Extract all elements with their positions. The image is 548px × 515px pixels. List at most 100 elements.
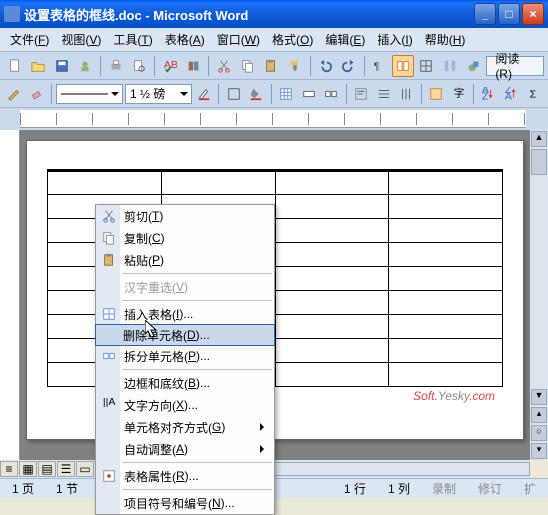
redo-button[interactable] [338, 55, 360, 77]
watermark: Soft.Yesky.com [413, 388, 495, 405]
web-view-button[interactable]: ▦ [19, 461, 37, 477]
paste-button[interactable] [260, 55, 282, 77]
ctx-粘贴[interactable]: 粘贴(P) [96, 249, 274, 271]
next-page-button[interactable]: ▾ [531, 443, 547, 459]
text-direction-button[interactable]: 字 [448, 83, 469, 105]
menu-w[interactable]: 窗口(W) [211, 29, 266, 50]
close-button[interactable]: × [522, 3, 544, 25]
titlebar: 设置表格的框线.doc - Microsoft Word _ □ × [0, 0, 548, 28]
ctx-剪切[interactable]: 剪切(T) [96, 205, 274, 227]
reading-view-button[interactable]: ▭ [76, 461, 94, 477]
window-title: 设置表格的框线.doc - Microsoft Word [24, 5, 472, 24]
print-preview-button[interactable] [129, 55, 151, 77]
vertical-scrollbar[interactable]: ▲ ▼ ▴ ○ ▾ [530, 130, 548, 460]
line-style-combo[interactable] [56, 84, 123, 104]
toolbar-tables: 1 ½ 磅 字 AZ ZA Σ [0, 80, 548, 108]
status-rec: 录制 [426, 480, 462, 497]
ctx-插入表格[interactable]: 插入表格(I)... [96, 303, 274, 325]
shading-color-button[interactable] [246, 83, 267, 105]
spellcheck-button[interactable]: AB [159, 55, 181, 77]
scroll-thumb[interactable] [531, 149, 547, 175]
menu-t[interactable]: 工具(T) [107, 29, 158, 50]
scroll-down-button[interactable]: ▼ [531, 389, 547, 405]
status-page: 1 页 [6, 480, 40, 497]
submenu-arrow-icon [260, 445, 268, 453]
tables-borders-button[interactable] [416, 55, 438, 77]
svg-text:Z: Z [482, 90, 489, 101]
ctx-自动调整[interactable]: 自动调整(A) [96, 438, 274, 460]
insert-table-button[interactable] [276, 83, 297, 105]
distribute-rows-button[interactable] [373, 83, 394, 105]
menu-o[interactable]: 格式(O) [266, 29, 319, 50]
split-icon [101, 348, 117, 364]
ctx-文字方向[interactable]: ||A文字方向(X)... [96, 394, 274, 416]
scroll-up-button[interactable]: ▲ [531, 131, 547, 147]
format-painter-button[interactable] [284, 55, 306, 77]
toolbar-standard: AB ¶ 阅读(R) [0, 52, 548, 80]
border-color-button[interactable] [194, 83, 215, 105]
svg-text:Σ: Σ [529, 88, 536, 100]
menubar: 文件(F)视图(V)工具(T)表格(A)窗口(W)格式(O)编辑(E)插入(I)… [0, 28, 548, 52]
prev-page-button[interactable]: ▴ [531, 407, 547, 423]
drawing-button[interactable] [463, 55, 485, 77]
status-col: 1 列 [382, 480, 416, 497]
show-paragraph-button[interactable]: ¶ [369, 55, 391, 77]
props-icon [101, 468, 117, 484]
svg-text:||A: ||A [103, 398, 115, 408]
reading-layout-button[interactable] [392, 55, 414, 77]
print-button[interactable] [105, 55, 127, 77]
menu-h[interactable]: 帮助(H) [419, 29, 472, 50]
copy-icon [101, 230, 117, 246]
svg-text:字: 字 [453, 87, 464, 100]
sort-desc-button[interactable]: ZA [501, 83, 522, 105]
menu-f[interactable]: 文件(F) [4, 29, 55, 50]
split-cells-button[interactable] [321, 83, 342, 105]
research-button[interactable] [183, 55, 205, 77]
draw-table-button[interactable] [4, 83, 25, 105]
menu-e[interactable]: 编辑(E) [319, 29, 371, 50]
undo-button[interactable] [315, 55, 337, 77]
menu-a[interactable]: 表格(A) [159, 29, 211, 50]
line-weight-value: 1 ½ 磅 [130, 85, 165, 102]
ctx-边框和底纹[interactable]: 边框和底纹(B)... [96, 372, 274, 394]
read-mode-button[interactable]: 阅读(R) [486, 56, 544, 76]
merge-cells-button[interactable] [298, 83, 319, 105]
align-button[interactable] [351, 83, 372, 105]
sort-asc-button[interactable]: AZ [478, 83, 499, 105]
autosum-button[interactable]: Σ [523, 83, 544, 105]
copy-button[interactable] [237, 55, 259, 77]
svg-text:¶: ¶ [374, 60, 380, 72]
status-section: 1 节 [50, 480, 84, 497]
horizontal-ruler[interactable] [20, 110, 526, 128]
submenu-arrow-icon [260, 423, 268, 431]
menu-v[interactable]: 视图(V) [55, 29, 107, 50]
open-button[interactable] [28, 55, 50, 77]
normal-view-button[interactable]: ≡ [0, 461, 18, 477]
ctx-拆分单元格[interactable]: 拆分单元格(P)... [96, 345, 274, 367]
print-view-button[interactable]: ▤ [38, 461, 56, 477]
ctx-复制[interactable]: 复制(C) [96, 227, 274, 249]
columns-button[interactable] [439, 55, 461, 77]
distribute-cols-button[interactable] [396, 83, 417, 105]
ctx-删除单元格[interactable]: 删除单元格(D)... [95, 324, 275, 346]
cut-button[interactable] [213, 55, 235, 77]
new-doc-button[interactable] [4, 55, 26, 77]
browse-object-button[interactable]: ○ [531, 425, 547, 441]
context-menu: 剪切(T)复制(C)粘贴(P) 汉字重选(V) 插入表格(I)...删除单元格(D)… [95, 204, 275, 515]
minimize-button[interactable]: _ [474, 3, 496, 25]
outline-view-button[interactable]: ☰ [57, 461, 75, 477]
outside-border-button[interactable] [223, 83, 244, 105]
svg-text:AB: AB [164, 59, 177, 71]
menu-i[interactable]: 插入(I) [371, 29, 418, 50]
autoformat-button[interactable] [426, 83, 447, 105]
line-weight-combo[interactable]: 1 ½ 磅 [125, 84, 192, 104]
ctx-汉字重选: 汉字重选(V) [96, 276, 274, 298]
save-button[interactable] [51, 55, 73, 77]
permissions-button[interactable] [75, 55, 97, 77]
ctx-项目符号和编号[interactable]: 项目符号和编号(N)... [96, 492, 274, 514]
ctx-表格属性[interactable]: 表格属性(R)... [96, 465, 274, 487]
eraser-button[interactable] [27, 83, 48, 105]
ctx-单元格对齐方式[interactable]: 单元格对齐方式(G) [96, 416, 274, 438]
vertical-ruler[interactable] [0, 130, 20, 460]
maximize-button[interactable]: □ [498, 3, 520, 25]
